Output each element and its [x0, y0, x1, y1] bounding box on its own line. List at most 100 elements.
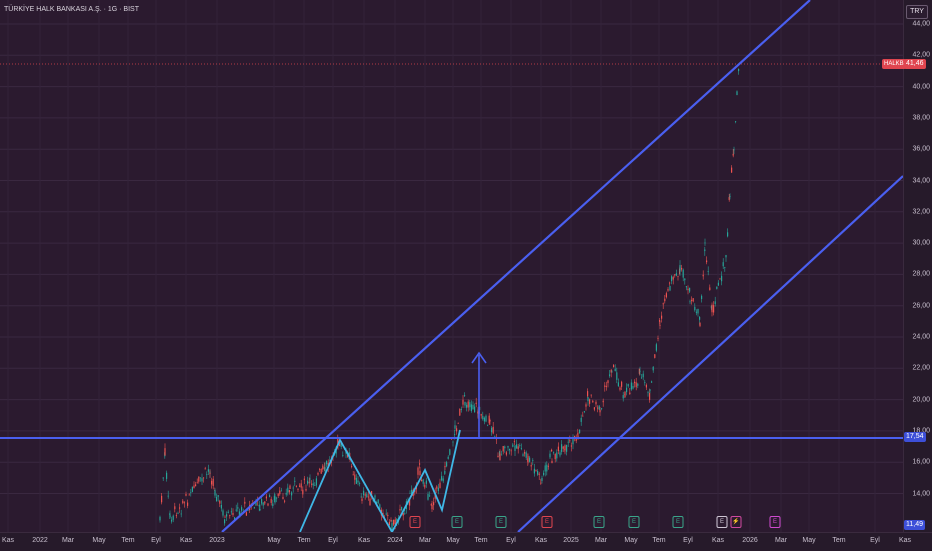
candle-body: [317, 472, 319, 475]
candle-body: [635, 382, 637, 388]
candle-body: [522, 454, 524, 456]
candle-body: [297, 489, 299, 490]
candle-body: [692, 298, 694, 302]
event-marker-icon[interactable]: E: [541, 516, 553, 528]
candle-body: [326, 460, 328, 465]
time-tick-label: Eyl: [328, 537, 338, 544]
price-tick-label: 16,00: [912, 458, 930, 466]
candle-body: [169, 515, 171, 518]
candle-body: [305, 488, 307, 491]
candle-body: [589, 399, 591, 404]
price-tick-label: 34,00: [912, 177, 930, 184]
time-tick-label: 2022: [32, 537, 48, 544]
candle-body: [509, 448, 511, 451]
candle-body: [709, 287, 711, 291]
candle-body: [535, 470, 537, 471]
candle-body: [322, 465, 324, 470]
candle-body: [551, 449, 553, 452]
candle-body: [258, 504, 260, 507]
candle-body: [570, 445, 572, 447]
candle-body: [385, 513, 387, 515]
candle-body: [722, 262, 724, 267]
candle-body: [367, 496, 369, 498]
candle-body: [216, 496, 218, 501]
candle-body: [689, 301, 691, 303]
candle-body: [609, 374, 611, 376]
price-chart[interactable]: [0, 0, 903, 532]
candle-body: [295, 486, 297, 487]
time-tick-label: Kas: [534, 537, 548, 544]
candle-body: [602, 400, 604, 403]
candle-body: [193, 485, 195, 488]
candle-body: [682, 269, 684, 278]
candle-body: [253, 507, 255, 509]
candle-body: [319, 469, 321, 471]
candle-body: [444, 470, 446, 474]
low-price-badge: 11,49: [904, 520, 925, 530]
time-tick-label: May: [802, 537, 816, 544]
candle-body: [419, 470, 421, 476]
candle-body: [351, 466, 353, 468]
candle-body: [622, 395, 624, 399]
candle-body: [393, 520, 395, 525]
candle-body: [308, 482, 310, 483]
candle-body: [733, 149, 735, 151]
candle-body: [466, 404, 468, 408]
candle-body: [374, 495, 376, 498]
chart-area[interactable]: [0, 0, 903, 532]
candle-body: [217, 495, 219, 497]
candle-body: [422, 479, 424, 484]
candle-body: [599, 409, 601, 413]
candle-body: [669, 285, 671, 291]
candle-body: [637, 383, 639, 386]
candle-body: [472, 404, 474, 410]
currency-button[interactable]: TRY: [906, 5, 928, 19]
candle-body: [711, 304, 713, 313]
candle-body: [462, 399, 464, 405]
candle-body: [593, 407, 595, 410]
candle-body: [354, 474, 356, 480]
time-axis[interactable]: Kas 2022 Mar May Tem Eyl Kas 2023 May Tem Eyl Kas 20…: [0, 532, 932, 551]
candle-body: [199, 477, 201, 479]
candle-body: [452, 441, 454, 443]
candle-body: [580, 417, 582, 422]
candle-body: [672, 277, 674, 280]
candle-body: [241, 507, 243, 511]
candle-body: [501, 454, 503, 456]
candle-body: [507, 446, 509, 448]
candle-body: [583, 411, 585, 413]
price-axis[interactable]: 44,00 42,00 40,00 38,00 36,00 34,00 32,00 30,00…: [903, 0, 932, 532]
event-marker-icon[interactable]: E: [672, 516, 684, 528]
time-tick-label: Eyl: [683, 537, 693, 544]
candle-body: [517, 446, 519, 450]
event-marker-icon[interactable]: E: [628, 516, 640, 528]
candle-body: [177, 512, 179, 514]
candle-body: [469, 402, 471, 408]
time-tick-label: 2026: [742, 537, 758, 544]
candle-body: [655, 344, 657, 351]
event-marker-icon[interactable]: E: [716, 516, 728, 528]
event-marker-icon[interactable]: E: [409, 516, 421, 528]
candle-body: [577, 435, 579, 438]
candle-body: [645, 384, 647, 388]
candle-body: [647, 392, 649, 394]
candle-body: [456, 428, 458, 432]
candle-body: [685, 286, 687, 288]
price-tick-label: 36,00: [912, 145, 930, 153]
candle-body: [232, 512, 234, 516]
candle-body: [366, 494, 368, 498]
candle-body: [187, 502, 189, 506]
candle-body: [630, 382, 632, 390]
candle-body: [679, 264, 681, 272]
candle-body: [425, 480, 427, 484]
event-marker-icon[interactable]: E: [451, 516, 463, 528]
event-marker-icon[interactable]: ⚡: [730, 516, 742, 528]
event-marker-icon[interactable]: E: [495, 516, 507, 528]
event-marker-icon[interactable]: E: [769, 516, 781, 528]
event-marker-icon[interactable]: E: [593, 516, 605, 528]
candle-body: [442, 478, 444, 482]
candle-body: [699, 322, 701, 327]
candle-body: [520, 448, 522, 449]
candle-body: [480, 414, 482, 416]
candle-body: [538, 473, 540, 475]
